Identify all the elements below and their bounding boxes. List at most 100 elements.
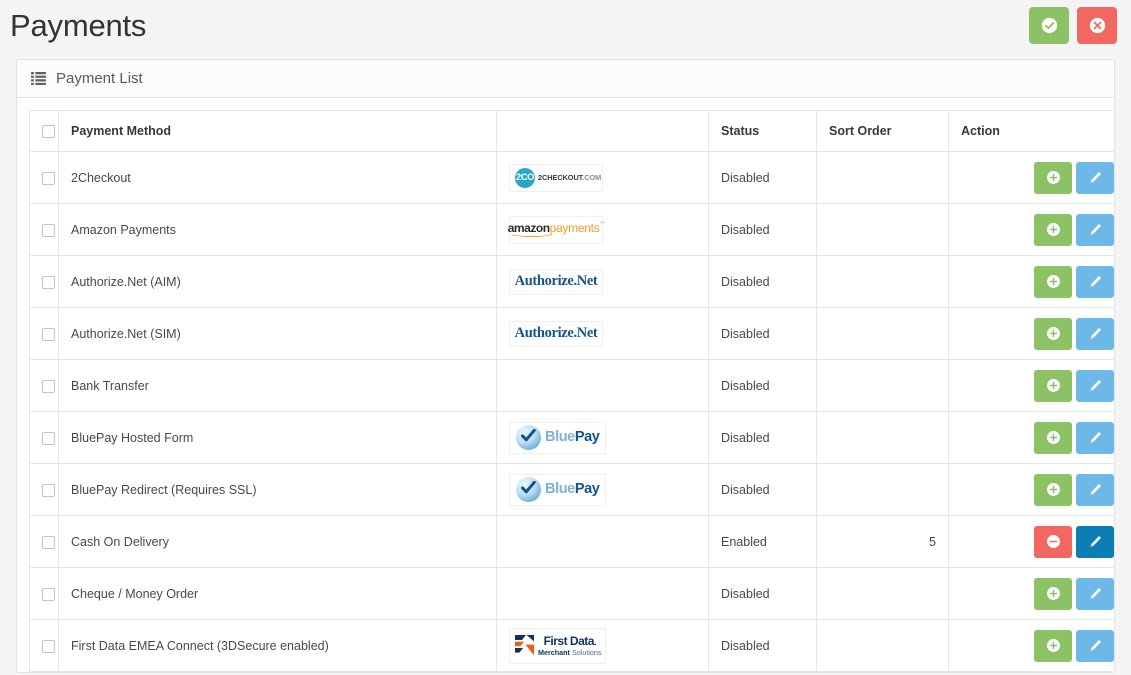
save-button[interactable]: [1029, 7, 1069, 44]
plus-circle-icon: [1046, 431, 1060, 444]
enable-button[interactable]: [1034, 369, 1072, 402]
row-select-cell: [29, 619, 59, 672]
logo-bluepay: BluePay: [509, 473, 606, 506]
payment-logo-cell: [496, 515, 709, 568]
payment-method-name: 2Checkout: [58, 151, 497, 204]
check-circle-icon: [1041, 17, 1057, 34]
column-header-status[interactable]: Status: [708, 110, 817, 152]
panel-title: Payment List: [56, 70, 143, 87]
pencil-icon: [1089, 535, 1101, 547]
times-circle-icon: [1089, 17, 1105, 34]
edit-button[interactable]: [1076, 421, 1114, 454]
pencil-icon: [1089, 639, 1101, 651]
payment-logo-cell: BluePay: [496, 463, 709, 516]
row-action-group: [1034, 369, 1114, 402]
table-row: First Data EMEA Connect (3DSecure enable…: [29, 619, 1114, 672]
edit-button[interactable]: [1076, 577, 1114, 610]
enable-button[interactable]: [1034, 577, 1072, 610]
row-action-group: [1034, 525, 1114, 558]
row-checkbox[interactable]: [42, 223, 55, 237]
row-select-cell: [29, 151, 59, 204]
payment-logo-cell: [496, 359, 709, 412]
select-all-header: [29, 110, 59, 152]
enable-button[interactable]: [1034, 213, 1072, 246]
table-row: 2Checkout 2CO 2CHECKOUT.COM Disabled: [29, 151, 1114, 204]
row-actions-cell: [948, 463, 1114, 516]
status-text: Disabled: [708, 151, 817, 204]
logo-first-data-text: First Data. Merchant Solutions: [538, 633, 602, 657]
row-checkbox[interactable]: [42, 431, 55, 445]
row-checkbox[interactable]: [42, 327, 55, 341]
payment-logo-cell: Authorize.Net: [496, 307, 709, 360]
row-select-cell: [29, 567, 59, 620]
row-actions-cell: [948, 151, 1114, 204]
sort-order-value: [816, 359, 949, 412]
enable-button[interactable]: [1034, 421, 1072, 454]
row-checkbox[interactable]: [42, 535, 55, 549]
row-actions-cell: [948, 359, 1114, 412]
payments-table: Payment Method Status Sort Order Action …: [29, 110, 1114, 672]
row-checkbox[interactable]: [42, 379, 55, 393]
table-row: Authorize.Net (AIM) Authorize.Net Disabled: [29, 255, 1114, 308]
edit-button[interactable]: [1076, 473, 1114, 506]
sort-order-value: [816, 411, 949, 464]
payment-logo-cell: [496, 567, 709, 620]
disable-button[interactable]: [1034, 525, 1072, 558]
sort-order-value: 5: [816, 515, 949, 568]
plus-circle-icon: [1046, 275, 1060, 288]
plus-circle-icon: [1046, 587, 1060, 600]
cancel-button[interactable]: [1077, 7, 1117, 44]
enable-button[interactable]: [1034, 629, 1072, 662]
edit-button[interactable]: [1076, 525, 1114, 558]
row-actions-cell: [948, 619, 1114, 672]
row-checkbox[interactable]: [42, 275, 55, 289]
row-checkbox[interactable]: [42, 639, 55, 653]
pencil-icon: [1089, 483, 1101, 495]
sort-order-value: [816, 307, 949, 360]
status-text: Disabled: [708, 203, 817, 256]
enable-button[interactable]: [1034, 265, 1072, 298]
row-checkbox[interactable]: [42, 483, 55, 497]
column-header-method[interactable]: Payment Method: [58, 110, 497, 152]
row-checkbox[interactable]: [42, 587, 55, 601]
table-head: Payment Method Status Sort Order Action: [29, 110, 1114, 152]
logo-authorize-net: Authorize.Net: [509, 268, 603, 295]
column-header-sort-order[interactable]: Sort Order: [816, 110, 949, 152]
enable-button[interactable]: [1034, 473, 1072, 506]
edit-button[interactable]: [1076, 317, 1114, 350]
plus-circle-icon: [1046, 171, 1060, 184]
row-select-cell: [29, 463, 59, 516]
row-actions-cell: [948, 567, 1114, 620]
row-actions-cell: [948, 203, 1114, 256]
edit-button[interactable]: [1076, 265, 1114, 298]
payment-method-name: First Data EMEA Connect (3DSecure enable…: [58, 619, 497, 672]
edit-button[interactable]: [1076, 213, 1114, 246]
row-actions-cell: [948, 255, 1114, 308]
logo-2checkout-badge: 2CO: [515, 167, 535, 188]
row-select-cell: [29, 307, 59, 360]
row-select-cell: [29, 515, 59, 568]
select-all-checkbox[interactable]: [42, 125, 55, 139]
enable-button[interactable]: [1034, 161, 1072, 194]
edit-button[interactable]: [1076, 161, 1114, 194]
list-icon: [31, 72, 46, 85]
pencil-icon: [1089, 223, 1101, 235]
enable-button[interactable]: [1034, 317, 1072, 350]
status-text: Disabled: [708, 359, 817, 412]
status-text: Disabled: [708, 619, 817, 672]
payment-logo-cell: First Data. Merchant Solutions: [496, 619, 709, 672]
bluepay-check-icon: [516, 477, 541, 502]
edit-button[interactable]: [1076, 369, 1114, 402]
edit-button[interactable]: [1076, 629, 1114, 662]
row-checkbox[interactable]: [42, 171, 55, 185]
logo-authorize-net: Authorize.Net: [509, 320, 603, 347]
payment-method-name: Amazon Payments: [58, 203, 497, 256]
row-action-group: [1034, 265, 1114, 298]
status-text: Disabled: [708, 463, 817, 516]
plus-circle-icon: [1046, 327, 1060, 340]
logo-first-data: First Data. Merchant Solutions: [509, 627, 606, 664]
row-select-cell: [29, 203, 59, 256]
row-action-group: [1034, 213, 1114, 246]
sort-order-value: [816, 567, 949, 620]
payment-logo-cell: BluePay: [496, 411, 709, 464]
